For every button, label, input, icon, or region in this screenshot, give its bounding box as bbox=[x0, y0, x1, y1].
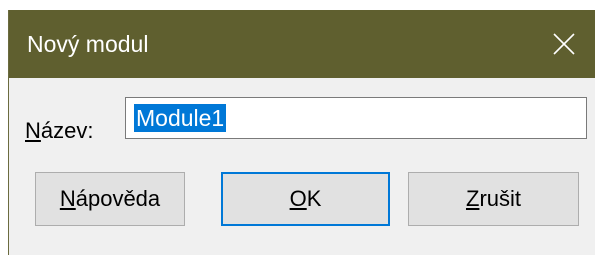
ok-button-mnemonic: O bbox=[289, 186, 307, 211]
dialog-title: Nový modul bbox=[27, 31, 149, 57]
name-label-mnemonic: N bbox=[25, 118, 41, 143]
name-input-selected-text: Module1 bbox=[134, 104, 227, 132]
ok-button-label: K bbox=[306, 186, 322, 211]
help-button-label: ápověda bbox=[75, 186, 161, 211]
cancel-button-label: rušit bbox=[479, 186, 521, 211]
cancel-button[interactable]: Zrušit bbox=[408, 172, 579, 226]
ok-button[interactable]: OK bbox=[221, 172, 390, 226]
cancel-button-mnemonic: Z bbox=[465, 186, 480, 211]
close-icon bbox=[553, 33, 575, 55]
new-module-dialog: Nový modul Název: Module1 Nápověda OK Zr… bbox=[8, 10, 595, 255]
name-label-text: ázev: bbox=[40, 118, 94, 143]
name-input[interactable]: Module1 bbox=[125, 97, 587, 139]
help-button[interactable]: Nápověda bbox=[35, 172, 185, 226]
name-field-label: Název: bbox=[25, 118, 93, 144]
help-button-mnemonic: N bbox=[59, 186, 76, 211]
close-button[interactable] bbox=[533, 10, 595, 78]
title-bar: Nový modul bbox=[9, 10, 595, 78]
